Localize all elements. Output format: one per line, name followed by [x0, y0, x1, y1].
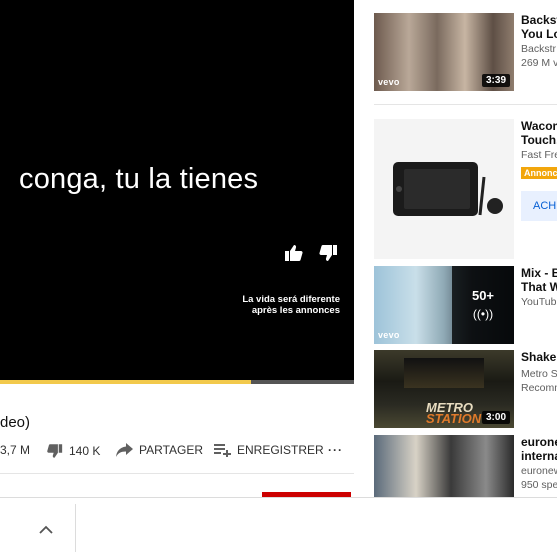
ad-meta: Wacom Touch.. Fast Fre Annonce ACH	[521, 119, 557, 221]
ad-thumbnail[interactable]	[374, 119, 514, 259]
video-thumbnail[interactable]: METRO STATION 3:00	[374, 350, 514, 428]
playlist-add-icon	[214, 443, 231, 457]
thumbs-down-icon[interactable]	[318, 244, 338, 262]
video-title-2[interactable]: interna	[521, 449, 557, 463]
video-title[interactable]: Shake	[521, 350, 557, 364]
channel-name: YouTub	[521, 296, 557, 308]
save-button[interactable]: ENREGISTRER	[214, 443, 324, 457]
progress-fill	[0, 380, 252, 384]
ad-title[interactable]: Wacom	[521, 119, 557, 133]
ad-title-2[interactable]: Touch..	[521, 133, 557, 147]
video-title-2[interactable]: You Lo	[521, 27, 557, 41]
vevo-logo: vevo	[378, 330, 400, 340]
mix-count: 50+	[471, 288, 495, 303]
viewer-count: 950 spe	[521, 479, 557, 491]
ad-badge: Annonce	[521, 167, 557, 179]
share-label: PARTAGER	[139, 443, 204, 457]
thumbs-down-icon	[46, 443, 63, 459]
list-item[interactable]: eurone interna euronew 950 spe	[374, 435, 557, 497]
video-meta: eurone interna euronew 950 spe	[521, 435, 557, 491]
views-label: 3,7 M	[0, 443, 31, 457]
video-meta: Mix - B That W YouTub	[521, 266, 557, 310]
scene-strip	[404, 358, 484, 388]
buy-button[interactable]: ACH	[521, 191, 557, 221]
tablet-image-icon	[393, 162, 503, 216]
duration-badge: 3:39	[481, 74, 510, 87]
ad-note-line: La vida será diferente	[242, 294, 340, 305]
bar-divider	[75, 504, 76, 552]
logo-line: STATION	[426, 411, 482, 426]
progress-bar[interactable]	[0, 380, 354, 384]
view-count: 269 M v	[521, 57, 557, 69]
list-item[interactable]: vevo 50+ ((•)) Mix - B That W YouTub	[374, 266, 557, 344]
chevron-up-icon[interactable]	[39, 521, 53, 539]
mix-thumbnail[interactable]: vevo 50+ ((•))	[374, 266, 514, 344]
video-thumbnail[interactable]	[374, 435, 514, 497]
sidebar-divider	[374, 104, 557, 105]
views-count: 3,7 M	[0, 443, 30, 457]
video-meta: Shake Metro S Recomm	[521, 350, 557, 394]
more-icon: ···	[328, 443, 343, 457]
video-thumbnail[interactable]: vevo 3:39	[374, 13, 514, 91]
video-title[interactable]: eurone	[521, 435, 557, 449]
channel-name: Metro S	[521, 368, 557, 380]
video-player[interactable]: conga, tu la tienes La vida será diferen…	[0, 0, 354, 384]
video-meta: Backst You Lo Backstr 269 M v	[521, 13, 557, 69]
video-title[interactable]: Backst	[521, 13, 557, 27]
list-item[interactable]: METRO STATION 3:00 Shake Metro S Recomm	[374, 350, 557, 428]
broadcast-icon: ((•))	[472, 307, 494, 321]
video-title-2[interactable]: That W	[521, 280, 557, 294]
dislike-button[interactable]: 140 K	[46, 443, 100, 459]
save-label: ENREGISTRER	[237, 443, 324, 457]
vevo-logo: vevo	[378, 77, 400, 87]
advertiser-name: Fast Fre	[521, 149, 557, 161]
mix-overlay: 50+ ((•))	[452, 266, 514, 344]
metro-station-logo: METRO STATION	[426, 401, 482, 426]
more-actions-button[interactable]: ···	[328, 443, 343, 457]
bottom-bar	[0, 497, 557, 558]
ad-countdown-note: La vida será diferente après les annonce…	[242, 294, 340, 316]
duration-badge: 3:00	[481, 411, 510, 424]
video-title[interactable]: Mix - B	[521, 266, 557, 280]
recommended-label: Recomm	[521, 382, 557, 394]
list-item[interactable]: vevo 3:39 Backst You Lo Backstr 269 M v	[374, 13, 557, 91]
video-title: deo)	[0, 414, 31, 431]
share-button[interactable]: PARTAGER	[116, 443, 203, 457]
caption-text: conga, tu la tienes	[19, 163, 259, 195]
channel-name: Backstr	[521, 43, 557, 55]
dislike-count: 140 K	[69, 444, 101, 458]
info-divider	[0, 473, 354, 474]
thumbs-up-icon[interactable]	[284, 244, 304, 262]
channel-name: euronew	[521, 465, 557, 477]
share-arrow-icon	[116, 443, 133, 457]
ad-note-line: après les annonces	[251, 305, 340, 316]
ad-item[interactable]: Wacom Touch.. Fast Fre Annonce ACH	[374, 119, 557, 259]
